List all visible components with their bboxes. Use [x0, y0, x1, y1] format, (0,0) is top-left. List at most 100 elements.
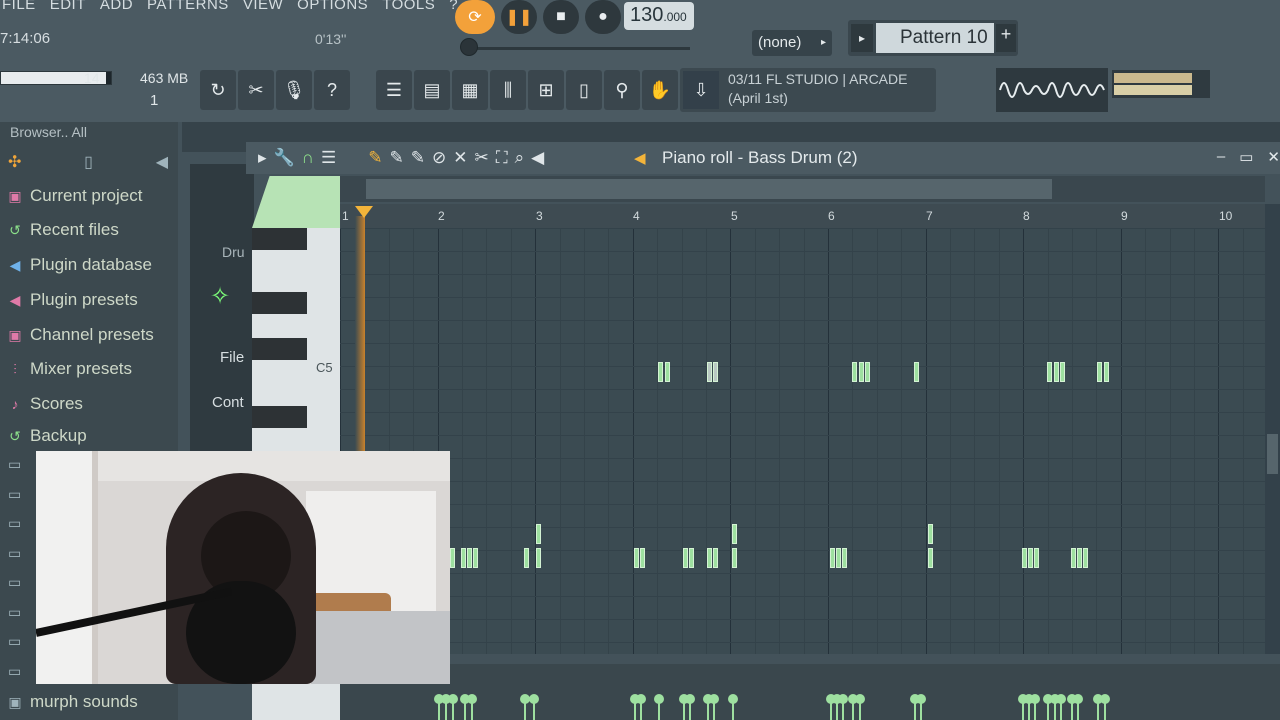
delete-icon[interactable]: ⊘ [432, 148, 446, 168]
note[interactable] [658, 362, 663, 382]
vertical-scrollbar[interactable] [1265, 204, 1280, 654]
project-icon[interactable]: ▯ [566, 70, 602, 110]
note[interactable] [450, 548, 455, 568]
mute-icon[interactable]: ✕ [453, 148, 467, 168]
folder-icon[interactable]: ▭ [8, 574, 21, 591]
menu-patterns[interactable]: PATTERNS [147, 0, 229, 18]
pattern-selector[interactable]: ▸ Pattern 10 + [848, 20, 1018, 56]
help-icon[interactable]: ? [314, 70, 350, 110]
folder-icon[interactable]: ▭ [8, 486, 21, 503]
folder-icon[interactable]: ▭ [8, 545, 21, 562]
cont-label[interactable]: Cont [212, 394, 244, 411]
vscroll-thumb[interactable] [1267, 434, 1278, 474]
note[interactable] [707, 548, 712, 568]
master-pitch-slider[interactable] [460, 38, 692, 56]
note[interactable] [683, 548, 688, 568]
velocity-stem[interactable] [855, 694, 865, 720]
browser-item[interactable]: ⫶ Mixer presets [6, 355, 132, 383]
note[interactable] [865, 362, 870, 382]
file-label[interactable]: File [220, 349, 244, 366]
speaker-icon[interactable]: ◀ [156, 152, 168, 172]
note[interactable] [1034, 548, 1039, 568]
zoom-handle[interactable] [252, 176, 340, 228]
folder-icon[interactable]: ▭ [8, 604, 21, 621]
record-button[interactable]: ● [585, 0, 621, 34]
black-key[interactable] [252, 338, 307, 360]
velocity-stem[interactable] [529, 694, 539, 720]
pattern-name[interactable]: Pattern 10 [876, 23, 994, 53]
note[interactable] [461, 548, 466, 568]
snap-selector[interactable]: (none) ▸ [752, 30, 832, 56]
hint-panel[interactable]: ⇩ 03/11 FL STUDIO | ARCADE (April 1st) [680, 68, 936, 112]
note-grid[interactable] [340, 228, 1265, 654]
note[interactable] [830, 548, 835, 568]
hand-icon[interactable]: ✋ [642, 70, 678, 110]
note[interactable] [689, 548, 694, 568]
browser-item[interactable]: ↺ Backup [6, 422, 87, 450]
velocity-stem[interactable] [520, 694, 530, 720]
note[interactable] [524, 548, 529, 568]
close-icon[interactable]: ✕ [1267, 148, 1280, 166]
browser-item[interactable]: ▣ Current project [6, 182, 142, 210]
expand-icon[interactable]: ✣ [8, 152, 21, 172]
velocity-stem[interactable] [685, 694, 695, 720]
tempo-display[interactable]: 130.000 [624, 2, 694, 30]
note[interactable] [1047, 362, 1052, 382]
velocity-stem[interactable] [709, 694, 719, 720]
plugin-icon[interactable]: ⚲ [604, 70, 640, 110]
note[interactable] [665, 362, 670, 382]
paint-icon[interactable]: ✎ [389, 148, 403, 168]
play-arrow-icon[interactable]: ▸ [258, 148, 267, 168]
brush-icon[interactable]: ✎ [411, 148, 425, 168]
mixer-icon[interactable]: ⫼ [490, 70, 526, 110]
black-key[interactable] [252, 228, 307, 250]
folder-icon[interactable]: ▭ [8, 663, 21, 680]
select-icon[interactable]: ⛶ [496, 148, 508, 168]
stop-button[interactable]: ■ [543, 0, 579, 34]
browser-item[interactable]: ↺ Recent files [6, 216, 119, 244]
horizontal-scrollbar[interactable] [340, 176, 1265, 202]
menu-icon[interactable]: ☰ [321, 148, 336, 168]
note[interactable] [1028, 548, 1033, 568]
note[interactable] [732, 548, 737, 568]
pause-button[interactable]: ❚❚ [501, 0, 537, 34]
note[interactable] [842, 548, 847, 568]
playhead-marker[interactable] [355, 206, 373, 218]
zoom-icon[interactable]: ⌕ [515, 148, 525, 168]
black-key[interactable] [252, 292, 307, 314]
cut-icon[interactable]: ✂ [238, 70, 274, 110]
note[interactable] [1054, 362, 1059, 382]
velocity-editor[interactable] [340, 664, 1280, 720]
velocity-stem[interactable] [636, 694, 646, 720]
piano-roll-icon[interactable]: ▤ [414, 70, 450, 110]
note[interactable] [1083, 548, 1088, 568]
note[interactable] [1022, 548, 1027, 568]
pattern-arrow-icon[interactable]: ▸ [851, 24, 873, 52]
maximize-icon[interactable]: ▭ [1239, 148, 1253, 166]
menu-add[interactable]: ADD [100, 0, 133, 18]
velocity-stem[interactable] [1043, 694, 1053, 720]
menu-view[interactable]: VIEW [243, 0, 283, 18]
velocity-stem[interactable] [1073, 694, 1083, 720]
browser-tree-icon[interactable]: ⊞ [528, 70, 564, 110]
velocity-stem[interactable] [1093, 694, 1103, 720]
slider-knob[interactable] [460, 38, 478, 56]
velocity-stem[interactable] [460, 694, 470, 720]
velocity-stem[interactable] [441, 694, 451, 720]
pattern-song-toggle-button[interactable]: ⟳ [455, 0, 495, 34]
velocity-stem[interactable] [1030, 694, 1040, 720]
black-key[interactable] [252, 406, 307, 428]
magnet-icon[interactable]: ∩ [302, 148, 314, 168]
minimize-icon[interactable]: – [1217, 148, 1225, 166]
note[interactable] [1071, 548, 1076, 568]
note[interactable] [732, 524, 737, 544]
browser-item[interactable]: ◀ Plugin presets [6, 286, 138, 314]
velocity-stem[interactable] [467, 694, 477, 720]
velocity-stem[interactable] [838, 694, 848, 720]
add-pattern-button[interactable]: + [996, 24, 1016, 52]
note[interactable] [1097, 362, 1102, 382]
note[interactable] [1077, 548, 1082, 568]
playback-icon[interactable]: ◀ [531, 148, 544, 168]
note[interactable] [634, 548, 639, 568]
note[interactable] [640, 548, 645, 568]
